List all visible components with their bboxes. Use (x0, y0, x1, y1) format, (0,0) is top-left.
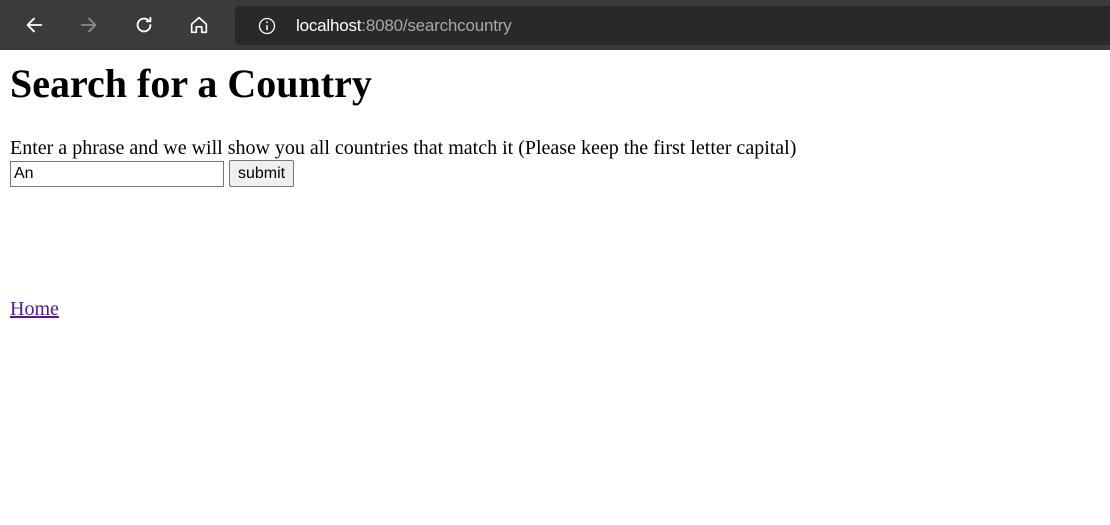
search-form: submit (10, 160, 1100, 187)
url-path: :8080/searchcountry (361, 15, 512, 35)
url-text[interactable]: localhost:8080/searchcountry (296, 16, 512, 36)
search-instructions: Enter a phrase and we will show you all … (10, 137, 797, 159)
reload-icon (136, 16, 152, 33)
browser-toolbar: localhost:8080/searchcountry (0, 0, 1110, 50)
home-button[interactable] (179, 5, 219, 45)
url-host: localhost (296, 15, 362, 35)
reload-button[interactable] (124, 5, 164, 45)
info-icon[interactable] (257, 16, 277, 36)
page-title: Search for a Country (10, 61, 372, 106)
forward-button[interactable] (69, 5, 109, 45)
page-content: Search for a Country Enter a phrase and … (0, 61, 1110, 321)
back-button[interactable] (14, 5, 54, 45)
home-link[interactable]: Home (10, 298, 59, 321)
search-input[interactable] (10, 160, 224, 187)
address-bar[interactable]: localhost:8080/searchcountry (235, 6, 1110, 45)
home-icon (190, 16, 208, 34)
arrow-left-icon (26, 17, 43, 33)
arrow-right-icon (80, 17, 97, 33)
submit-button[interactable]: submit (229, 160, 295, 187)
